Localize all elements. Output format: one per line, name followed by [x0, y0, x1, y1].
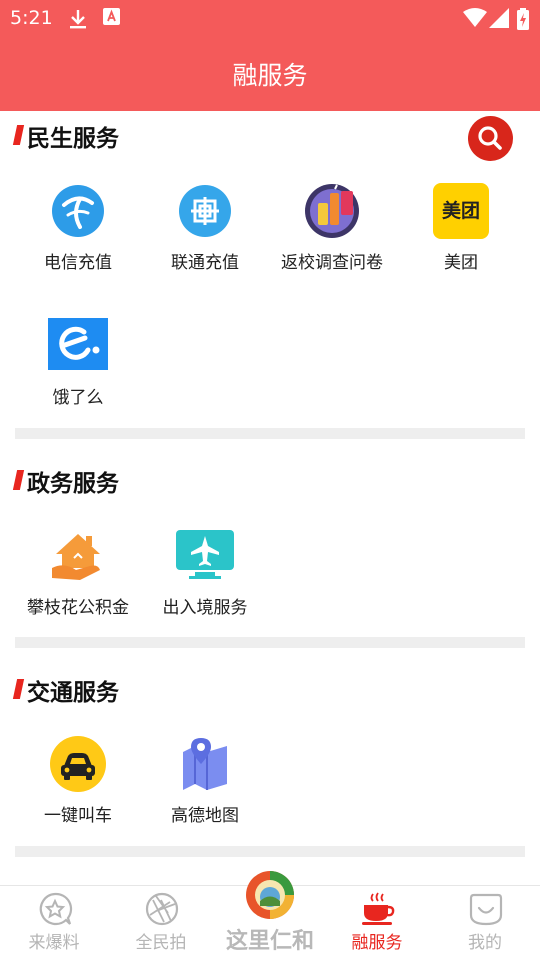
service-label: 出入境服务 — [162, 598, 248, 618]
service-label: 高德地图 — [171, 806, 239, 826]
service-label: 返校调查问卷 — [281, 253, 383, 273]
section-marker — [12, 470, 25, 490]
status-time: 5:21 — [10, 7, 53, 29]
download-icon — [70, 10, 86, 29]
nav-item-mine[interactable]: 我的 — [435, 886, 535, 960]
nav-item-photo[interactable]: 全民拍 — [111, 886, 211, 960]
star-bubble-icon — [39, 892, 73, 925]
service-label: 美团 — [444, 253, 478, 273]
service-label: 一键叫车 — [44, 806, 112, 826]
nav-label: 来爆料 — [28, 933, 80, 953]
nav-label: 全民拍 — [135, 933, 187, 953]
section-title: 交通服务 — [27, 680, 119, 706]
battery-icon — [517, 8, 529, 30]
section-divider — [15, 428, 525, 439]
eleme-icon — [48, 318, 108, 370]
service-label: 联通充值 — [171, 253, 239, 273]
section-marker — [12, 679, 25, 699]
section-divider — [15, 846, 525, 857]
wifi-icon — [463, 8, 487, 27]
china-unicom-icon — [179, 185, 231, 237]
screen: 5:21 融服务 民生服务 电信充值 联通充值 返校调查问卷 美团 美团 饿了么… — [0, 0, 540, 960]
china-telecom-icon — [52, 185, 104, 237]
nav-label: 融服务 — [351, 933, 403, 953]
status-bar: 5:21 — [0, 0, 540, 36]
service-label: 饿了么 — [52, 388, 104, 408]
taxi-icon — [50, 736, 106, 792]
nav-label: 我的 — [468, 933, 502, 953]
survey-icon — [305, 184, 359, 238]
nav-item-services[interactable]: 融服务 — [327, 886, 427, 960]
nav-item-renhe[interactable]: 这里仁和 — [215, 868, 325, 960]
map-icon — [183, 738, 227, 790]
section-divider — [15, 637, 525, 648]
section-marker — [12, 125, 25, 145]
search-button[interactable] — [468, 116, 513, 161]
service-label: 电信充值 — [44, 253, 112, 273]
app-notification-icon — [103, 8, 120, 25]
airplane-icon — [176, 530, 234, 579]
nav-item-report[interactable]: 来爆料 — [4, 886, 104, 960]
signal-icon — [489, 8, 509, 28]
meituan-icon: 美团 — [433, 183, 489, 239]
service-label: 攀枝花公积金 — [27, 598, 129, 618]
section-title: 民生服务 — [27, 126, 119, 152]
coffee-cup-icon — [362, 892, 395, 925]
smile-face-icon — [469, 893, 503, 926]
housing-fund-icon — [52, 534, 100, 580]
search-icon — [478, 126, 502, 150]
nav-label: 这里仁和 — [225, 929, 314, 954]
section-title: 政务服务 — [27, 471, 119, 497]
page-title: 融服务 — [232, 61, 308, 90]
app-header: 5:21 融服务 — [0, 0, 540, 111]
renhe-logo-icon — [246, 871, 294, 919]
camera-shutter-icon — [145, 892, 179, 926]
